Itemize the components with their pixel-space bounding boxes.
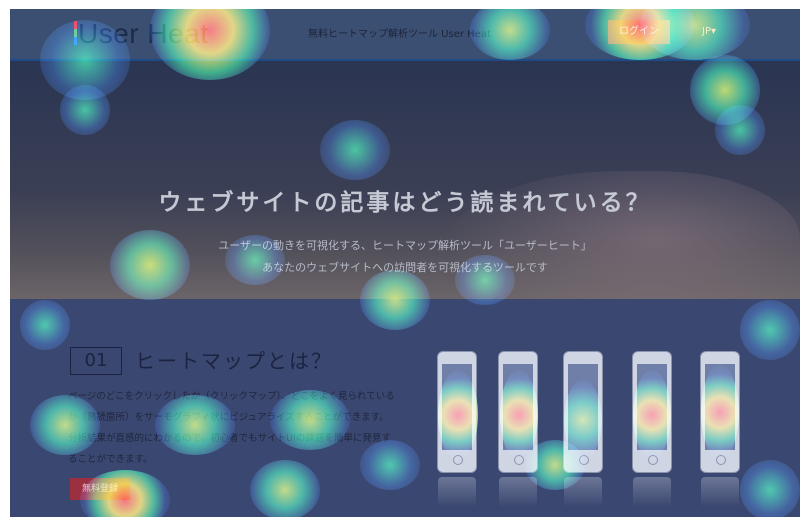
phone-reflection <box>499 477 537 507</box>
phone-reflection <box>701 477 739 507</box>
phone-screen <box>442 364 472 450</box>
home-button-icon <box>648 455 658 465</box>
language-selector[interactable]: JP▾ <box>702 26 716 37</box>
hero-subtitle-1: ユーザーの動きを可視化する、ヒートマップ解析ツール「ユーザーヒート」 <box>218 239 592 252</box>
phone-reflection <box>564 477 602 507</box>
section-number: 01 <box>70 347 122 375</box>
phone-screen <box>503 364 533 450</box>
hero: ウェブサイトの記事はどう読まれている？ ユーザーの動きを可視化する、ヒートマップ… <box>10 61 800 299</box>
home-button-icon <box>453 455 463 465</box>
section-body: ページのどこをクリックしたか（クリックマップ）、どこをよく見られているか（熟読箇… <box>68 391 395 465</box>
phone-reflection <box>438 477 476 507</box>
header: User Heat 無料ヒートマップ解析ツール User Heat ログイン J… <box>10 9 800 61</box>
phone-3 <box>563 351 603 507</box>
hero-subtitle-2: あなたのウェブサイトへの訪問者を可視化するツールです <box>262 261 548 274</box>
free-signup-button[interactable]: 無料登録 <box>70 478 130 500</box>
home-button-icon <box>514 455 524 465</box>
phone-screen <box>637 364 667 450</box>
phone-reflection <box>633 477 671 507</box>
phone-screen <box>568 364 598 450</box>
home-button-icon <box>579 455 589 465</box>
phone-4 <box>632 351 672 507</box>
logo-mark-icon <box>74 21 77 45</box>
logo[interactable]: User Heat <box>78 18 209 50</box>
phone-5 <box>700 351 740 507</box>
home-button-icon <box>716 455 726 465</box>
section-title: ヒートマップとは？ <box>135 349 333 373</box>
header-tagline: 無料ヒートマップ解析ツール User Heat <box>308 29 491 40</box>
phone-2 <box>498 351 538 507</box>
hero-title: ウェブサイトの記事はどう読まれている？ <box>158 190 652 216</box>
phone-screen <box>705 364 735 450</box>
login-button[interactable]: ログイン <box>608 20 670 44</box>
phone-1 <box>437 351 477 507</box>
